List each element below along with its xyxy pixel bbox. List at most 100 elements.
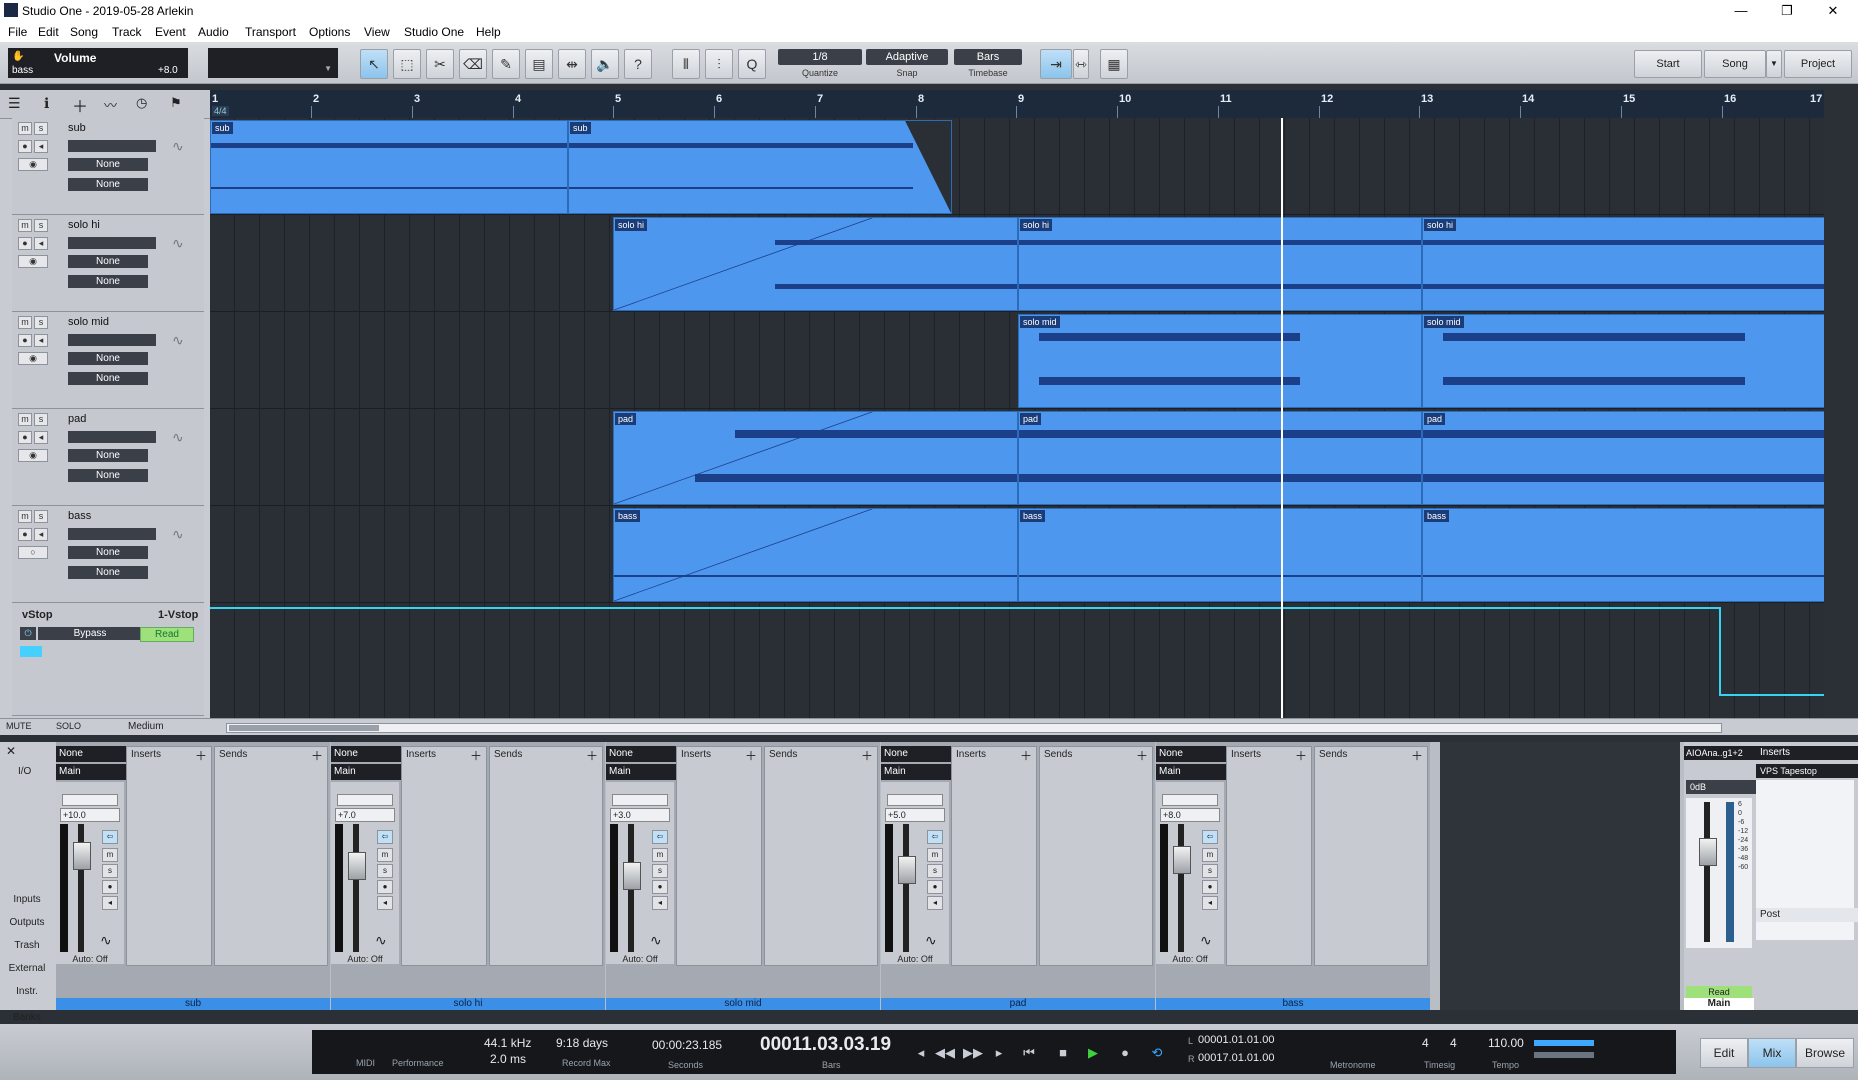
clip-solo-mid-1[interactable]: solo mid (1018, 314, 1422, 408)
color-swatch[interactable] (20, 646, 42, 657)
marker-icon[interactable]: ⚑ (170, 95, 182, 111)
solo-button[interactable]: s (1202, 864, 1218, 878)
monitor-button[interactable]: ◂ (102, 896, 118, 910)
return-to-zero-icon[interactable]: ⏮ (1018, 1042, 1040, 1064)
eraser-tool-button[interactable]: ⌫ (459, 49, 487, 79)
track-size-select[interactable]: Medium (128, 721, 164, 732)
automation-status[interactable]: Auto: Off (56, 954, 124, 964)
preset-dropdown[interactable]: ▼ (208, 48, 338, 78)
output-select[interactable]: None (68, 566, 148, 579)
nav-instruments[interactable]: Instr. (0, 986, 54, 997)
input-monitor-icon[interactable]: ⇦ (377, 830, 393, 844)
fast-forward-icon[interactable]: ▶▶ (962, 1042, 984, 1064)
arrangement-view[interactable]: sub sub solo hi solo hi solo hi solo mid… (210, 118, 1824, 718)
track-header-sub[interactable]: m s sub ● ◂ ◉ None None ∿ (12, 118, 204, 215)
clip-bass-2[interactable]: bass (1018, 508, 1422, 602)
clip-bass-1[interactable]: bass (613, 508, 1018, 602)
tempo-value[interactable]: 110.00 (1488, 1036, 1524, 1050)
pan-slider[interactable] (612, 794, 668, 806)
song-dropdown[interactable]: ▼ (1766, 50, 1782, 78)
channel-name[interactable]: sub (56, 998, 330, 1010)
info-icon[interactable]: ℹ (44, 95, 49, 112)
snap-select[interactable]: Adaptive (866, 49, 948, 65)
fader-cap[interactable] (73, 842, 91, 870)
solo-button[interactable]: s (34, 510, 48, 523)
monitor-toggle[interactable]: m (18, 122, 32, 135)
solo-indicator[interactable]: SOLO (56, 721, 81, 731)
fade-in[interactable] (614, 509, 1017, 601)
track-name[interactable]: pad (68, 413, 86, 425)
fade-in[interactable] (614, 218, 1017, 310)
add-insert-icon[interactable]: ＋ (745, 747, 757, 764)
main-automation-mode[interactable]: Read (1686, 986, 1752, 998)
gain-display[interactable]: +5.0 (885, 808, 945, 822)
add-insert-icon[interactable]: ＋ (195, 747, 207, 764)
main-output[interactable]: AIOAna..g1+2 (1684, 746, 1756, 760)
paint-tool-button[interactable]: ✎ (492, 49, 520, 79)
input-monitor-icon[interactable]: ⇦ (1202, 830, 1218, 844)
menu-transport[interactable]: Transport (245, 25, 296, 39)
channel-input[interactable]: None (1156, 746, 1227, 762)
add-insert-icon[interactable]: ＋ (470, 747, 482, 764)
master-volume-slider[interactable] (1534, 1052, 1594, 1058)
snap-grid-button[interactable]: ⫶ (705, 49, 733, 79)
menu-file[interactable]: File (8, 25, 27, 39)
record-arm-button[interactable]: ● (18, 528, 32, 541)
gain-display[interactable]: +7.0 (335, 808, 395, 822)
volume-slider[interactable] (68, 528, 156, 540)
lane-bass[interactable]: bass bass bass (210, 506, 1824, 603)
input-select[interactable]: None (68, 546, 148, 559)
channel-input[interactable]: None (881, 746, 952, 762)
automation-status[interactable]: Auto: Off (881, 954, 949, 964)
scroll-thumb[interactable] (229, 725, 379, 731)
loop-end[interactable]: 00017.01.01.00 (1198, 1052, 1274, 1064)
timeline-ruler[interactable]: 1 2 3 4 5 6 7 8 9 10 11 12 13 14 15 16 1… (210, 90, 1824, 118)
main-fader-cap[interactable] (1699, 838, 1717, 866)
channel-name[interactable]: pad (881, 998, 1155, 1010)
add-send-icon[interactable]: ＋ (311, 747, 323, 764)
solo-button[interactable]: s (102, 864, 118, 878)
main-fader-track[interactable] (1704, 802, 1710, 942)
gain-display[interactable]: +3.0 (610, 808, 670, 822)
add-insert-icon[interactable]: ＋ (1020, 747, 1032, 764)
io-toggle[interactable]: I/O (18, 766, 31, 777)
track-header-solo-hi[interactable]: m s solo hi ● ◂ ◉ None None ∿ (12, 215, 204, 312)
input-icon[interactable]: ○ (18, 546, 48, 559)
lane-automation[interactable] (210, 603, 1824, 718)
fader-track[interactable] (1178, 824, 1184, 952)
automation-icon[interactable]: 〰 (104, 95, 117, 114)
menu-studio-one[interactable]: Studio One (404, 25, 464, 39)
channel-output[interactable]: Main (1156, 764, 1227, 780)
loop-start[interactable]: 00001.01.01.00 (1198, 1034, 1274, 1046)
clip-sub-2[interactable]: sub (568, 120, 952, 214)
channel-input[interactable]: None (606, 746, 677, 762)
mute-indicator[interactable]: MUTE (6, 721, 32, 731)
playhead-cursor[interactable] (1281, 118, 1283, 718)
project-page-button[interactable]: Project (1784, 50, 1852, 78)
solo-button[interactable]: s (927, 864, 943, 878)
track-header-pad[interactable]: m s pad ● ◂ ◉ None None ∿ (12, 409, 204, 506)
help-button[interactable]: ? (624, 49, 652, 79)
monitor-button[interactable]: ◂ (34, 431, 48, 444)
maximize-button[interactable]: ❐ (1764, 0, 1810, 22)
add-send-icon[interactable]: ＋ (1136, 747, 1148, 764)
automation-envelope[interactable] (210, 603, 1824, 718)
start-page-button[interactable]: Start (1634, 50, 1702, 78)
menu-track[interactable]: Track (112, 25, 142, 39)
lane-solo-mid[interactable]: solo mid solo mid (210, 312, 1824, 409)
browse-view-button[interactable]: Browse (1796, 1038, 1854, 1068)
record-button[interactable]: ● (927, 880, 943, 894)
sends-panel[interactable]: Sends ＋ (1314, 746, 1428, 966)
monitor-toggle[interactable]: m (18, 510, 32, 523)
nav-trash[interactable]: Trash (0, 940, 54, 951)
edit-view-button[interactable]: Edit (1700, 1038, 1748, 1068)
menu-icon[interactable]: ☰ (8, 95, 21, 112)
arrow-tool-button[interactable]: ↖ (360, 49, 388, 79)
record-arm-button[interactable]: ● (18, 334, 32, 347)
nav-external[interactable]: External (0, 963, 54, 974)
next-marker-icon[interactable]: ▸ (988, 1042, 1010, 1064)
channel-name[interactable]: solo hi (331, 998, 605, 1010)
automation-status[interactable]: Auto: Off (331, 954, 399, 964)
mute-button[interactable]: m (377, 848, 393, 862)
loop-icon[interactable]: ⟲ (1146, 1042, 1168, 1064)
